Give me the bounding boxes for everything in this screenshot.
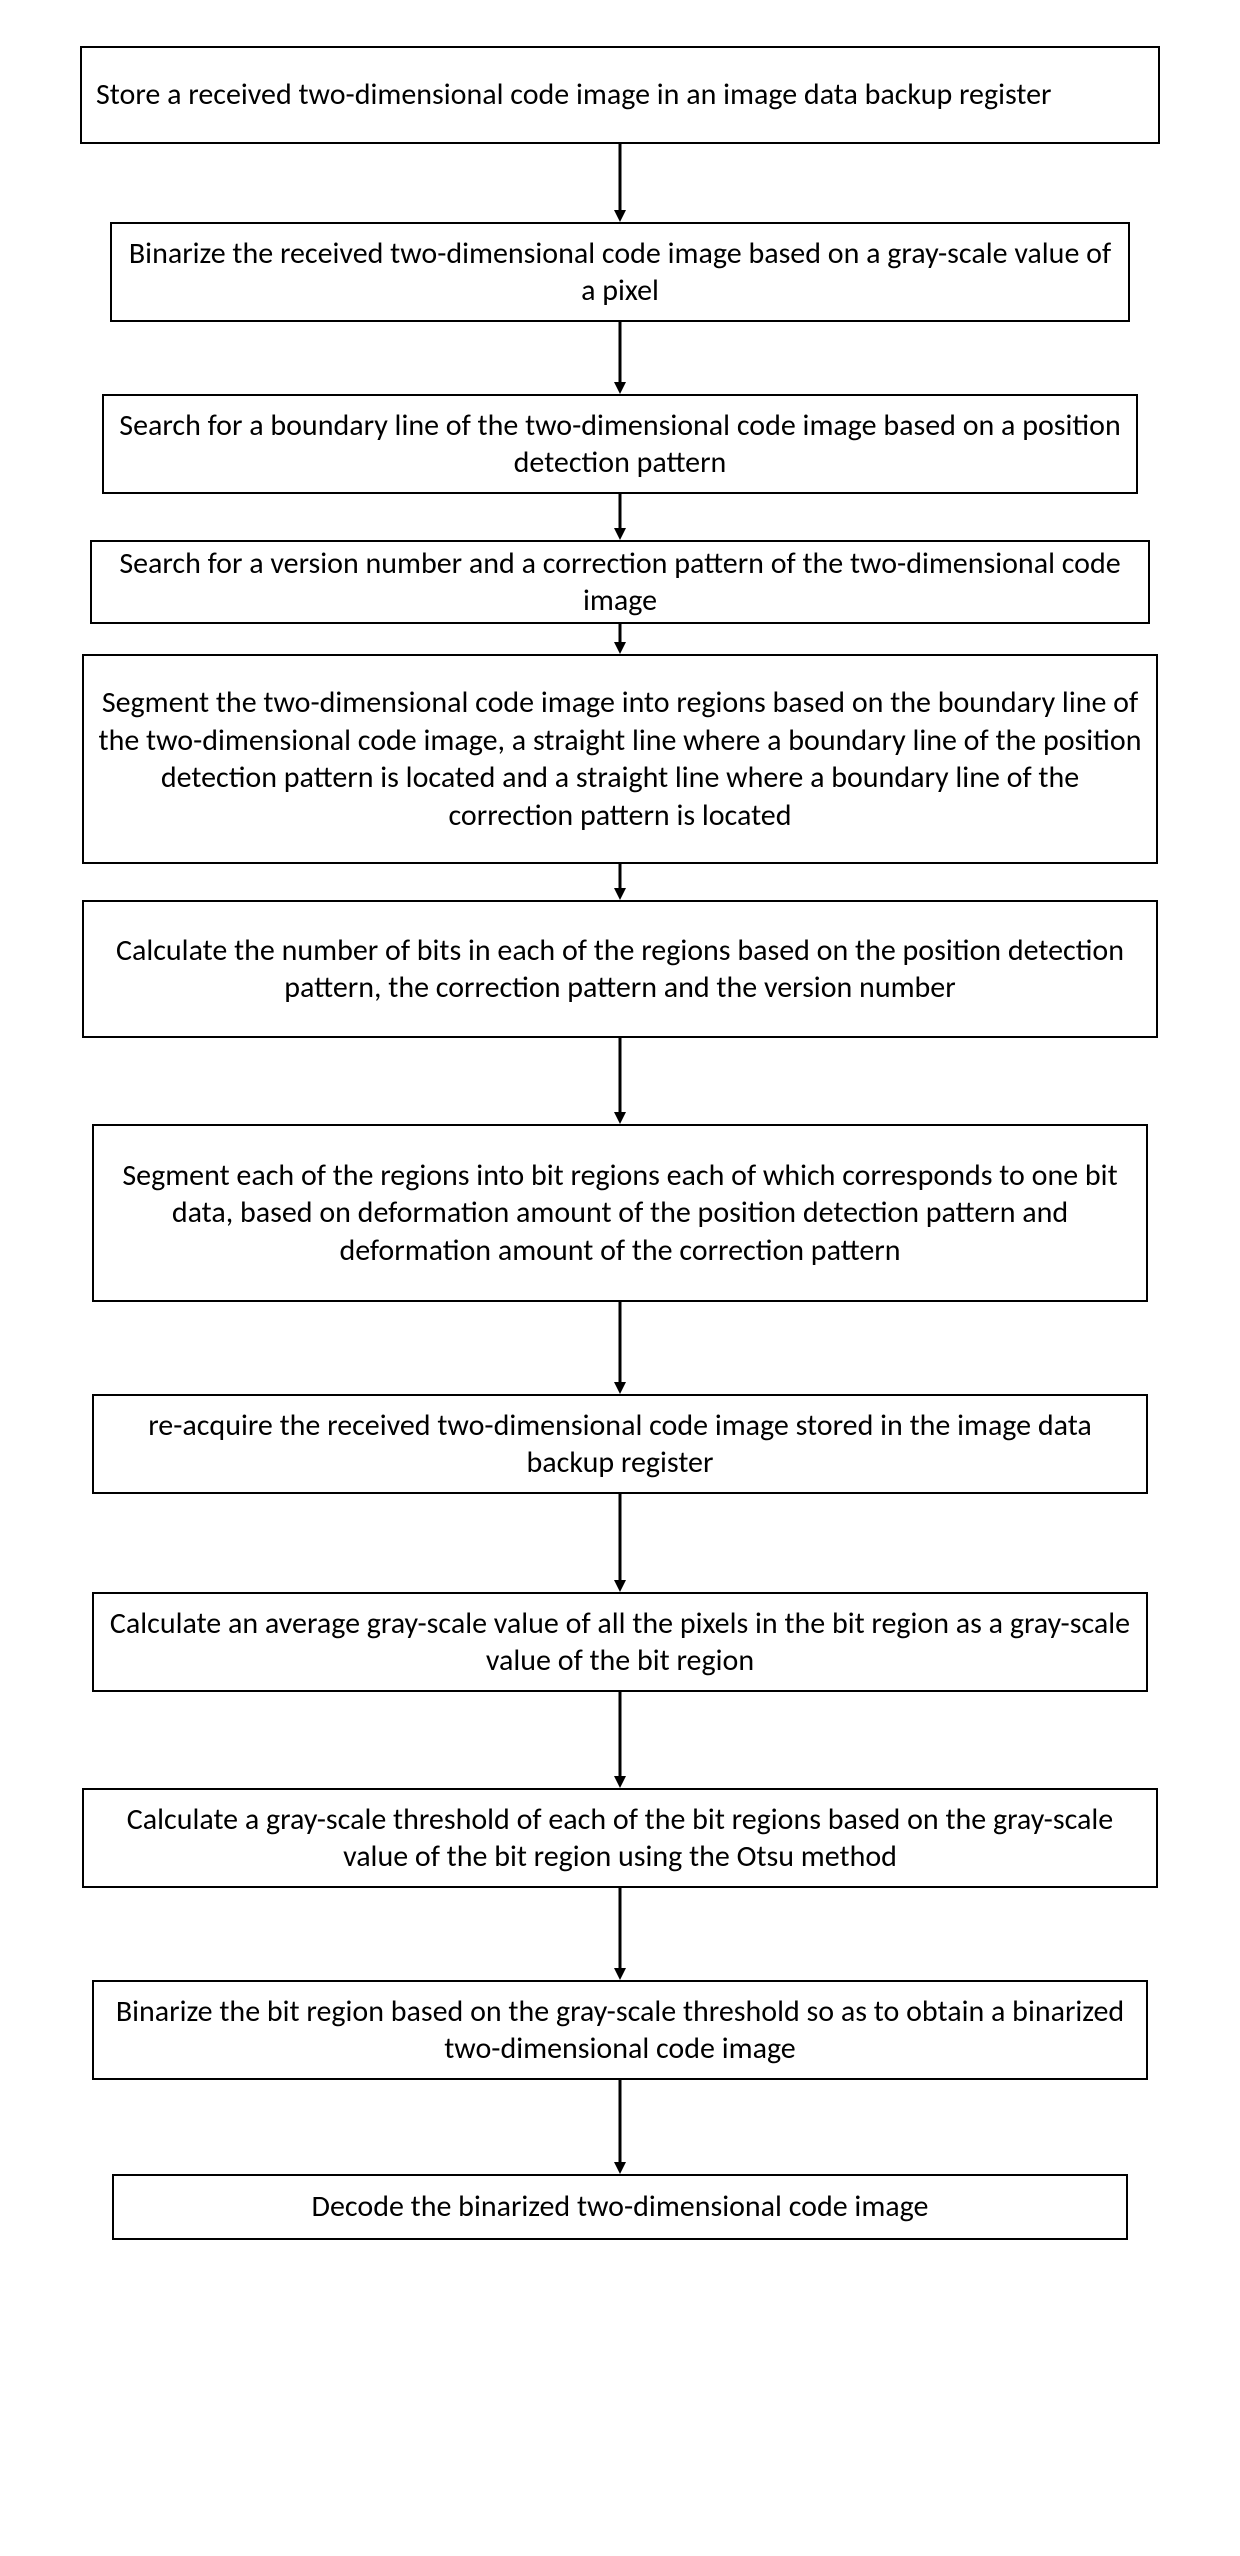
flowchart-canvas: Store a received two-dimensional code im… [0, 0, 1240, 2556]
flowchart-arrows-layer [0, 0, 1240, 2556]
